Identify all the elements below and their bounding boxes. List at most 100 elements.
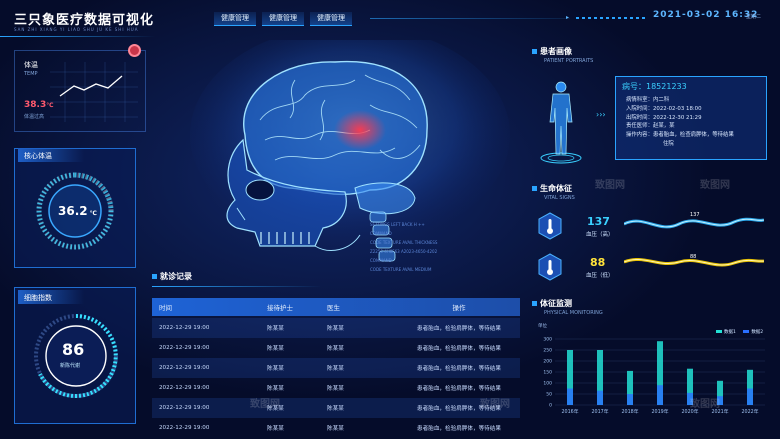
x-tick-label: 2018年 [621,408,638,415]
row-doctor: 陈某某 [327,426,344,432]
header-flag-icon: ▸ [566,14,570,21]
table-row[interactable]: 2022-12-29 19:00 陈某某 陈某某 患者胎血，检验肩胛体，等待结果 [152,418,520,438]
row-doctor: 陈某某 [327,346,344,352]
watermark-4: 致图网 [480,399,510,410]
row-nurse: 陈某某 [267,366,284,372]
header-divider [0,36,155,37]
header-line [370,18,570,19]
current-date: 2021-03-02 16:32 [653,10,759,20]
page-title: 三只象医疗数据可视化 [14,13,155,28]
patient-fields: 病情科室：内二科 入院时间：2022-02-03 18:00 出院时间：2022… [626,96,734,149]
core-temp-label: 核心体温 [24,152,52,160]
y-tick-label: 100 [543,381,552,387]
y-tick-label: 0 [549,403,552,409]
temp-label: 体温 [24,61,38,69]
col-time: 时间 [159,304,172,312]
x-tick-label: 2016年 [561,408,578,415]
thermometer-icon-2 [538,253,562,281]
vitals-title: 生命体征 [532,183,572,194]
monitoring-subtitle: PHYSICAL MONITORING [544,310,603,316]
bar-series-2 [597,390,603,405]
records-divider [152,286,322,287]
row-doctor: 陈某某 [327,366,344,372]
row-nurse: 陈某某 [267,326,284,332]
table-row[interactable]: 2022-12-29 19:00 陈某某 陈某某 患者胎血，检验肩胛体，等待结果 [152,378,520,398]
row-time: 2022-12-29 19:00 [159,425,210,431]
field-doctor: 责任医师：赵某，某 [626,123,675,130]
portrait-title: 患者画像 [532,46,572,57]
y-tick-label: 200 [543,359,552,365]
row-note: 患者胎血，检验肩胛体，等待结果 [417,366,501,372]
row-time: 2022-12-29 19:00 [159,345,210,351]
bp-high-tag: 137 [690,212,700,218]
thermometer-icon [538,212,562,240]
col-action: 操作 [452,304,466,312]
bp-low-tag: 88 [690,254,697,260]
bar-series-2 [567,388,573,405]
metabolism-value: 86 [62,340,85,359]
temp-status: 体温过高 [24,114,45,120]
watermark-5: 致图网 [690,399,720,410]
bp-high-label: 血压（高） [586,232,614,238]
field-last: 住院 [663,140,674,147]
table-row[interactable]: 2022-12-29 19:00 陈某某 陈某某 患者胎血，检验肩胛体，等待结果 [152,358,520,378]
row-time: 2022-12-29 19:00 [159,405,210,411]
row-time: 2022-12-29 19:00 [159,325,210,331]
skull-hologram-image [190,40,510,262]
y-tick-label: 50 [546,392,552,398]
row-doctor: 陈某某 [327,406,344,412]
col-doctor: 医生 [327,304,340,312]
table-row[interactable]: 2022-12-29 19:00 陈某某 陈某某 患者胎血，检验肩胛体，等待结果 [152,318,520,338]
header-dash-line [576,17,646,19]
records-header: 时间 接待护士 医生 操作 [152,298,520,316]
core-temp-value: 36.2 ℃ [58,204,97,218]
y-tick-label: 250 [543,348,552,354]
scan-data-text: SETTINGS LEFT BACK H ++ COMMAND CODE TEX… [370,222,438,272]
y-tick-label: 150 [543,370,552,376]
monitoring-title: 体征监测 [532,298,572,309]
portrait-subtitle: PATIENT PORTRAITS [544,58,594,64]
row-note: 患者胎血，检验肩胛体，等待结果 [417,346,501,352]
metabolism-label: 细胞指数 [24,294,52,302]
field-admit: 入院时间：2022-02-03 18:00 [626,105,702,112]
row-doctor: 陈某某 [327,386,344,392]
arrow-right-icon: ››› [596,110,606,119]
row-nurse: 陈某某 [267,426,284,432]
field-action: 操作内容：患者胎血，检查肩胛体，等待结果 [626,132,734,139]
page-subtitle: SAN ZHI XIANG YI LIAO SHU JU KE SHI HUA [14,27,139,32]
temp-trend-chart [50,62,138,122]
metabolism-caption: 新陈代谢 [60,363,81,369]
row-nurse: 陈某某 [267,346,284,352]
bp-high-value: 137 [587,215,610,228]
table-row[interactable]: 2022-12-29 19:00 陈某某 陈某某 患者胎血，检验肩胛体，等待结果 [152,398,520,418]
field-discharge: 出院时间：2022-12-30 21:29 [626,114,702,121]
x-tick-label: 2019年 [651,408,668,415]
weekday: 星期二 [746,14,762,20]
tab-health-2[interactable]: 健康管理 [262,12,304,26]
row-doctor: 陈某某 [327,326,344,332]
row-time: 2022-12-29 19:00 [159,365,210,371]
field-dept: 病情科室：内二科 [626,97,670,103]
x-tick-label: 2022年 [741,408,758,415]
records-table: 2022-12-29 19:00 陈某某 陈某某 患者胎血，检验肩胛体，等待结果 202… [152,318,520,438]
bar-series-2 [627,394,633,405]
watermark-3: 致图网 [250,399,280,410]
bp-low-value: 88 [590,256,606,269]
table-row[interactable]: 2022-12-29 19:00 陈某某 陈某某 患者胎血，检验肩胛体，等待结果 [152,338,520,358]
body-figure-icon [540,81,582,164]
monitoring-bar-chart: 0 50 100 150 200 250 300 2016年 2017年 2018年 2019年 20… [543,337,765,415]
alert-icon[interactable] [128,44,141,57]
col-nurse: 接待护士 [267,304,293,312]
tab-health-3[interactable]: 健康管理 [310,12,352,26]
tab-health-1[interactable]: 健康管理 [214,12,256,26]
watermark-2: 致图网 [595,180,625,191]
row-note: 患者胎血，检验肩胛体，等待结果 [417,326,501,332]
chart-unit: 单位 [538,324,547,329]
vitals-subtitle: VITAL SIGNS [544,195,575,201]
bp-low-label: 血压（低） [586,273,614,279]
x-tick-label: 2017年 [591,408,608,415]
watermark-1: 致图网 [700,180,730,191]
patient-id: 病号：18521233 [622,82,687,91]
row-time: 2022-12-29 19:00 [159,385,210,391]
temp-sublabel: TEMP [24,71,38,77]
